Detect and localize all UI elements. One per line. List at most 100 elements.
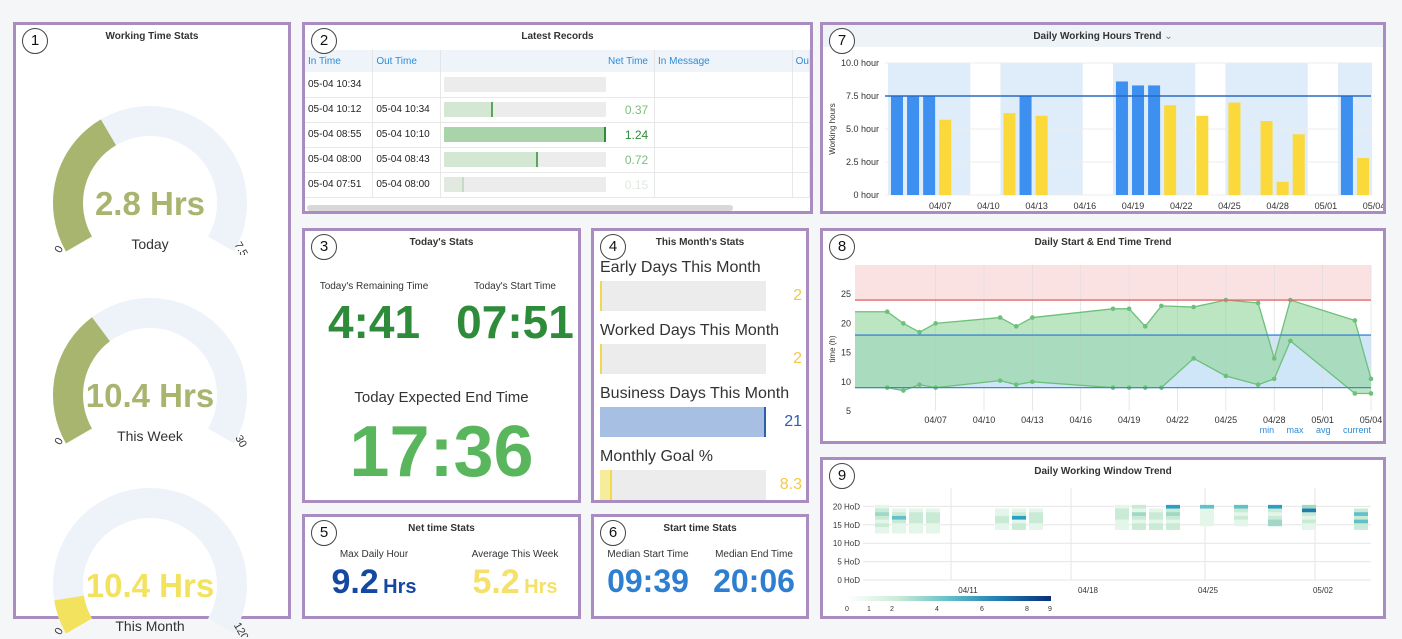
panel-badge: 4 xyxy=(600,234,626,260)
heatmap-cell[interactable] xyxy=(1354,523,1368,530)
gauge-label: This Month xyxy=(115,618,184,634)
data-point[interactable] xyxy=(884,309,890,315)
net-time-bar-marker xyxy=(490,102,493,117)
bar[interactable] xyxy=(891,96,903,195)
heatmap-cell[interactable] xyxy=(909,526,923,534)
column-header-net-time[interactable]: Net Time xyxy=(440,50,655,72)
heatmap-cell[interactable] xyxy=(892,526,906,534)
data-point[interactable] xyxy=(901,321,906,326)
bar[interactable] xyxy=(1340,96,1353,195)
panel-title[interactable]: Daily Working Hours Trend ⌄ xyxy=(823,31,1383,42)
data-point[interactable] xyxy=(1271,356,1277,361)
data-point[interactable] xyxy=(1368,391,1374,396)
month-stat-bar-marker xyxy=(609,470,612,500)
heatmap-cell[interactable] xyxy=(1302,523,1316,530)
cell-net-time: 1.24 xyxy=(440,122,655,148)
bar[interactable] xyxy=(1292,134,1305,195)
x-tick-label: 04/18 xyxy=(1078,586,1099,595)
legend-current[interactable]: current xyxy=(1343,425,1371,435)
bar[interactable] xyxy=(907,96,920,195)
data-point[interactable] xyxy=(901,388,906,393)
heatmap-cell[interactable] xyxy=(926,526,940,534)
bar[interactable] xyxy=(1164,105,1177,195)
bar[interactable] xyxy=(1132,85,1145,195)
data-point[interactable] xyxy=(1255,382,1261,388)
legend-min[interactable]: min xyxy=(1260,425,1275,435)
table-row[interactable]: 05-04 08:55 05-04 10:10 1.24 xyxy=(305,122,810,148)
bar[interactable] xyxy=(1276,181,1289,195)
net-time-bar-fill xyxy=(444,152,539,167)
data-point[interactable] xyxy=(1288,338,1293,344)
data-point[interactable] xyxy=(1159,303,1164,309)
bar[interactable] xyxy=(939,119,952,195)
panel-working-window-trend: 9 Daily Working Window Trend 0 HoD 5 HoD 1… xyxy=(820,457,1386,619)
data-point[interactable] xyxy=(1126,306,1132,312)
heatmap-cell[interactable] xyxy=(1029,523,1043,530)
heatmap-cell[interactable] xyxy=(875,526,889,534)
table-row[interactable]: 05-04 08:00 05-04 08:43 0.72 xyxy=(305,147,810,173)
data-point[interactable] xyxy=(933,321,938,326)
data-point[interactable] xyxy=(1142,324,1148,329)
heatmap-cell[interactable] xyxy=(1115,523,1129,530)
heatmap-cell[interactable] xyxy=(1234,519,1248,527)
table-row[interactable]: 05-04 07:51 05-04 08:00 0.15 xyxy=(305,172,810,198)
panel-badge: 1 xyxy=(22,28,48,54)
bar[interactable] xyxy=(1035,115,1048,195)
data-point[interactable] xyxy=(997,315,1003,320)
cell-in-time: 05-04 08:00 xyxy=(305,147,374,173)
table-row[interactable]: 05-04 10:34 xyxy=(305,72,810,98)
bar[interactable] xyxy=(1228,102,1241,195)
heatmap-cell[interactable] xyxy=(1149,523,1163,530)
bar[interactable] xyxy=(1357,158,1369,195)
horizontal-scrollbar[interactable] xyxy=(307,205,733,211)
data-point[interactable] xyxy=(1223,373,1229,379)
data-point[interactable] xyxy=(1013,382,1019,388)
column-header-out-time[interactable]: Out Time xyxy=(372,50,442,72)
month-stat-bar xyxy=(600,281,766,311)
color-scale-tick: 0 xyxy=(845,606,849,613)
average-week-label: Average This Week xyxy=(471,549,559,560)
x-tick-label: 04/22 xyxy=(1170,201,1193,211)
data-point[interactable] xyxy=(1030,315,1035,320)
data-point[interactable] xyxy=(917,382,922,388)
data-point[interactable] xyxy=(1352,391,1358,396)
y-tick-label: 2.5 hour xyxy=(846,157,879,167)
data-point[interactable] xyxy=(1191,356,1196,361)
column-header-out-message[interactable]: Ou xyxy=(792,50,810,72)
heatmap-cell[interactable] xyxy=(995,523,1009,530)
data-point[interactable] xyxy=(1030,379,1035,385)
data-point[interactable] xyxy=(1271,376,1277,382)
panel-latest-records: 2 Latest Records In Time Out Time Net Ti… xyxy=(302,22,813,214)
heatmap-cell[interactable] xyxy=(1268,519,1282,527)
bar[interactable] xyxy=(1019,96,1032,195)
bar[interactable] xyxy=(923,96,936,195)
legend-max[interactable]: max xyxy=(1287,425,1304,435)
data-point[interactable] xyxy=(1191,304,1196,310)
cell-in-time: 05-04 07:51 xyxy=(305,172,374,198)
heatmap-cell[interactable] xyxy=(1132,523,1146,530)
bar[interactable] xyxy=(1260,121,1273,195)
column-header-in-message[interactable]: In Message xyxy=(654,50,793,72)
data-point[interactable] xyxy=(1255,300,1261,306)
month-stat-label: Business Days This Month xyxy=(600,385,790,402)
data-point[interactable] xyxy=(917,329,922,335)
data-point[interactable] xyxy=(997,378,1003,383)
bar[interactable] xyxy=(1115,81,1128,195)
month-stat-bar xyxy=(600,344,766,374)
heatmap-cell[interactable] xyxy=(1012,523,1026,530)
column-header-in-time[interactable]: In Time xyxy=(305,50,374,72)
gauge-value: 10.4 Hrs xyxy=(86,567,214,604)
table-row[interactable]: 05-04 10:12 05-04 10:34 0.37 xyxy=(305,97,810,123)
heatmap-cell[interactable] xyxy=(1200,519,1214,527)
data-point[interactable] xyxy=(1368,376,1374,382)
bar[interactable] xyxy=(1003,113,1016,195)
bar[interactable] xyxy=(1148,85,1161,195)
heatmap-cell[interactable] xyxy=(1166,523,1180,530)
data-point[interactable] xyxy=(1352,318,1358,323)
month-stat-bar xyxy=(600,407,766,437)
data-point[interactable] xyxy=(1013,324,1019,329)
chevron-down-icon[interactable]: ⌄ xyxy=(1164,31,1172,42)
bar[interactable] xyxy=(1196,115,1209,195)
legend-avg[interactable]: avg xyxy=(1316,425,1331,435)
data-point[interactable] xyxy=(1110,306,1116,312)
